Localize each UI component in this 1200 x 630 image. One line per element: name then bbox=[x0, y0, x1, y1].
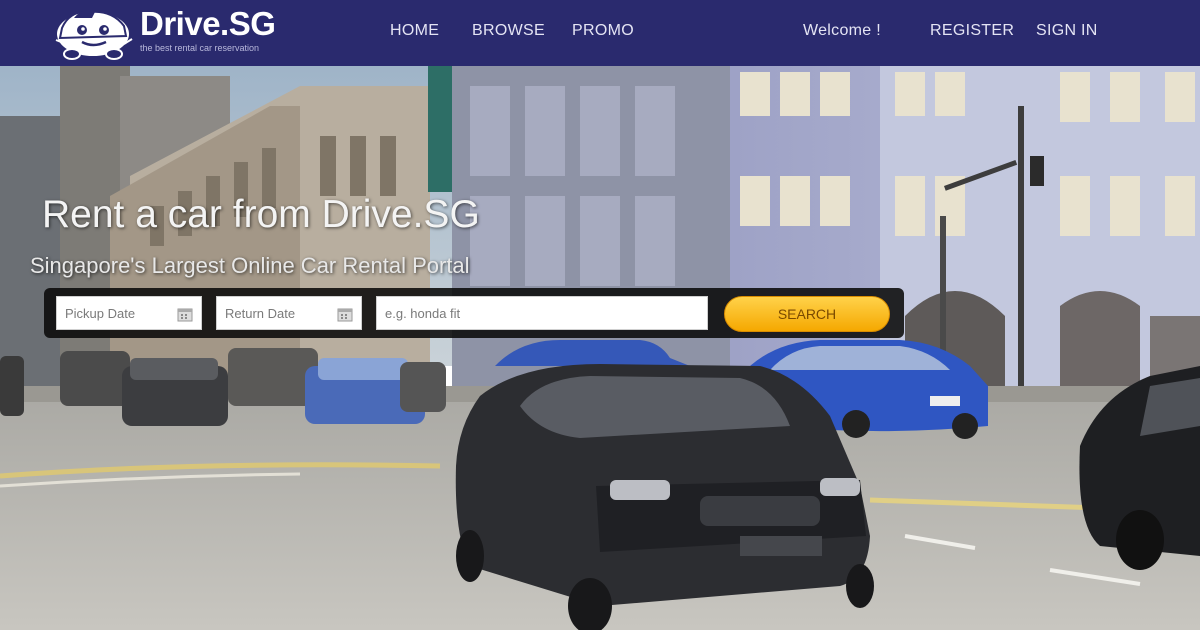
calendar-icon[interactable] bbox=[177, 306, 193, 322]
nav-browse-link[interactable]: BROWSE bbox=[472, 21, 545, 41]
car-search-input[interactable] bbox=[385, 297, 707, 329]
nav-home-link[interactable]: HOME bbox=[390, 21, 439, 41]
car-mascot-icon bbox=[55, 9, 133, 60]
brand-name: Drive.SG bbox=[140, 5, 276, 42]
calendar-icon[interactable] bbox=[337, 306, 353, 322]
hero-subtitle: Singapore's Largest Online Car Rental Po… bbox=[30, 253, 470, 278]
pickup-date-field[interactable] bbox=[56, 296, 202, 330]
nav-promo-link[interactable]: PROMO bbox=[572, 21, 634, 41]
hero-banner: Rent a car from Drive.SG Singapore's Lar… bbox=[0, 66, 1200, 630]
signin-link[interactable]: SIGN IN bbox=[1036, 21, 1098, 41]
return-date-field[interactable] bbox=[216, 296, 362, 330]
register-link[interactable]: REGISTER bbox=[930, 21, 1014, 41]
hero-title: Rent a car from Drive.SG bbox=[42, 193, 480, 236]
brand-logo[interactable]: Drive.SG the best rental car reservation bbox=[52, 4, 276, 62]
car-search-field[interactable] bbox=[376, 296, 708, 330]
brand-tagline: the best rental car reservation bbox=[140, 43, 260, 53]
search-button[interactable]: SEARCH bbox=[724, 296, 890, 332]
top-navbar: Drive.SG the best rental car reservation… bbox=[0, 0, 1200, 66]
street-scene-image bbox=[0, 66, 1200, 630]
search-bar: SEARCH bbox=[44, 288, 904, 338]
welcome-text: Welcome ! bbox=[803, 22, 881, 39]
